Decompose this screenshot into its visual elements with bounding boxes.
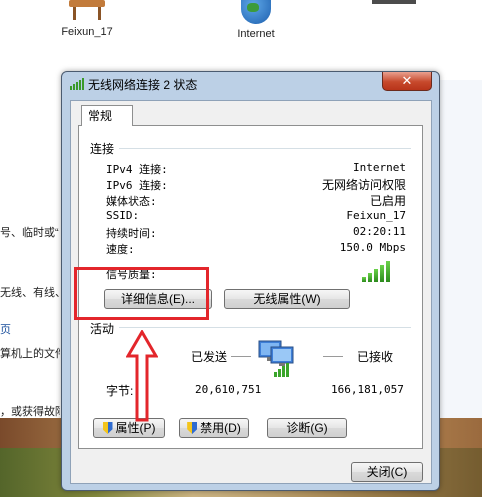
annotation-highlight-box bbox=[74, 267, 209, 320]
media-state-value: 已启用 bbox=[369, 194, 406, 208]
desktop-icon-internet[interactable]: Internet bbox=[206, 0, 306, 40]
network-signal-icon bbox=[70, 78, 84, 90]
divider bbox=[323, 356, 343, 357]
duration-label: 持续时间: bbox=[106, 227, 157, 240]
disable-button-label: 禁用(D) bbox=[200, 421, 241, 435]
bytes-received-value: 166,181,057 bbox=[331, 383, 404, 396]
divider bbox=[119, 327, 411, 328]
background-link[interactable]: 页 bbox=[0, 321, 60, 337]
received-label: 已接收 bbox=[357, 350, 394, 364]
ssid-label: SSID: bbox=[106, 209, 140, 222]
close-icon[interactable]: ✕ bbox=[382, 72, 432, 91]
tab-general[interactable]: 常规 bbox=[81, 105, 133, 126]
signal-strength-icon bbox=[362, 260, 392, 282]
shield-icon bbox=[102, 422, 113, 434]
background-text: 算机上的文件 bbox=[0, 348, 60, 360]
media-state-label: 媒体状态: bbox=[106, 195, 157, 208]
ipv4-label: IPv4 连接: bbox=[106, 163, 168, 176]
speed-value: 150.0 Mbps bbox=[339, 241, 406, 254]
ipv4-value: Internet bbox=[353, 161, 406, 174]
annotation-arrow-icon bbox=[126, 330, 158, 422]
close-button[interactable]: 关闭(C) bbox=[351, 462, 423, 482]
background-text: ，或获得故障 bbox=[0, 406, 60, 418]
background-window-edge bbox=[440, 80, 482, 418]
divider bbox=[119, 148, 411, 149]
divider bbox=[231, 356, 251, 357]
speed-label: 速度: bbox=[106, 243, 135, 256]
background-text: 号、临时或“ bbox=[0, 227, 59, 239]
bench-icon bbox=[67, 0, 107, 22]
background-text: 无线、有线、 bbox=[0, 287, 60, 299]
ipv6-value: 无网络访问权限 bbox=[321, 178, 406, 192]
desktop-icon-label: Internet bbox=[237, 28, 275, 40]
diagnose-button[interactable]: 诊断(G) bbox=[267, 418, 347, 438]
title-bar[interactable]: 无线网络连接 2 状态 ✕ bbox=[62, 72, 439, 94]
sent-label: 已发送 bbox=[191, 350, 228, 364]
desktop-icon-feixun[interactable]: Feixun_17 bbox=[37, 0, 137, 38]
ssid-value: Feixun_17 bbox=[346, 209, 406, 222]
bytes-sent-value: 20,610,751 bbox=[195, 383, 262, 396]
dialog-title: 无线网络连接 2 状态 bbox=[88, 78, 198, 92]
shield-icon bbox=[187, 422, 198, 434]
wireless-properties-button[interactable]: 无线属性(W) bbox=[224, 289, 350, 309]
network-activity-icon bbox=[258, 340, 294, 377]
globe-icon bbox=[241, 0, 271, 24]
background-bar bbox=[372, 0, 416, 4]
activity-group-label: 活动 bbox=[90, 322, 115, 336]
properties-button-label: 属性(P) bbox=[115, 421, 156, 435]
ipv6-label: IPv6 连接: bbox=[106, 179, 168, 192]
desktop-icon-label: Feixun_17 bbox=[61, 26, 113, 38]
disable-button[interactable]: 禁用(D) bbox=[179, 418, 249, 438]
connection-group-label: 连接 bbox=[90, 142, 115, 156]
duration-value: 02:20:11 bbox=[353, 225, 406, 238]
